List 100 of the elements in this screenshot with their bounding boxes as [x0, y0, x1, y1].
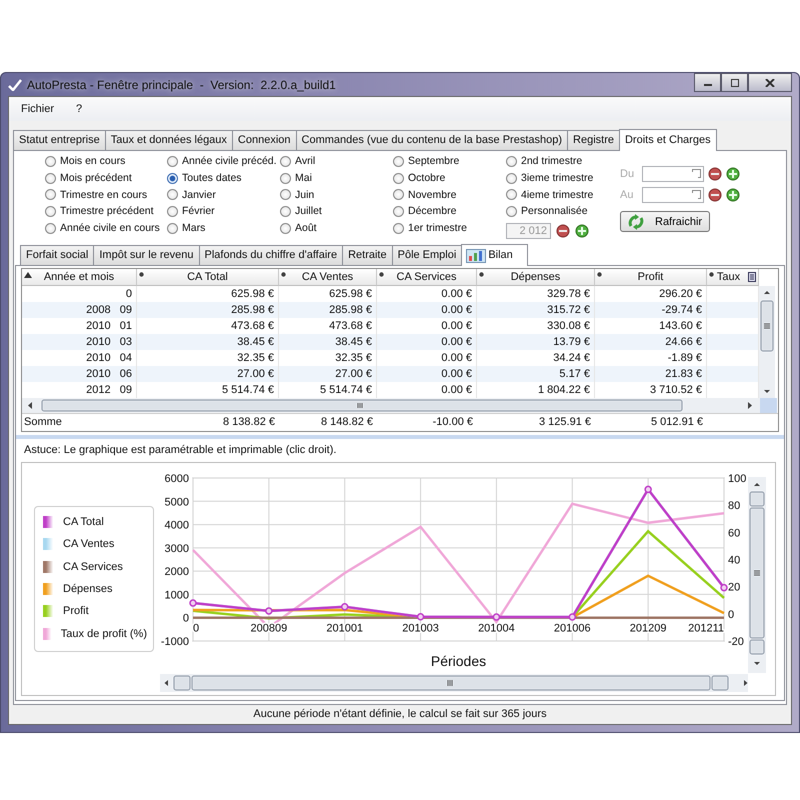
axis-label: 80 — [728, 500, 740, 512]
pin-icon[interactable] — [139, 272, 144, 277]
minus-icon[interactable] — [708, 188, 722, 202]
tab[interactable]: Registre — [567, 130, 620, 150]
radio-option[interactable]: Octobre — [393, 170, 506, 186]
scrollbar[interactable] — [160, 674, 748, 692]
radio-option[interactable]: Mois précédent — [45, 170, 167, 186]
calendar-icon[interactable] — [692, 190, 701, 199]
minimize-icon[interactable] — [694, 73, 721, 92]
date-field[interactable] — [642, 187, 704, 203]
radio-option[interactable]: Septembre — [393, 153, 506, 170]
plus-icon[interactable] — [726, 167, 740, 181]
radio-option[interactable]: Août — [280, 220, 393, 236]
radio-option[interactable]: Mars — [167, 220, 280, 236]
legend-label: Profit — [63, 605, 89, 618]
hint-text: Astuce: Le graphique est paramétrable et imprimable (clic droit). — [23, 443, 338, 458]
date-field[interactable] — [642, 166, 704, 182]
column-chooser-icon[interactable] — [748, 272, 756, 282]
radio-option[interactable]: 1er trimestre — [393, 220, 506, 236]
calendar-icon[interactable] — [692, 169, 701, 178]
tab[interactable]: Pôle Emploi — [392, 245, 462, 265]
menu-item[interactable]: ? — [68, 101, 96, 117]
field-label: Du — [620, 168, 636, 180]
axis-label: 201001 — [326, 622, 364, 635]
radio-option[interactable]: Toutes dates — [167, 170, 280, 186]
axis-label: 201211 — [688, 622, 724, 635]
axis-label: -1000 — [160, 636, 189, 648]
pin-icon[interactable] — [379, 272, 384, 277]
table-cell-text: 8 138.82 € — [222, 415, 276, 430]
axis-label: 201006 — [554, 622, 591, 635]
menu-item[interactable]: Fichier — [13, 101, 68, 117]
axis-label: 201004 — [478, 622, 515, 635]
radio-option[interactable]: Année civile en cours — [45, 220, 167, 236]
pin-icon[interactable] — [597, 272, 602, 277]
tab[interactable]: Taux et données légaux — [104, 130, 233, 150]
plus-icon[interactable] — [726, 188, 740, 202]
radio-option[interactable]: Décembre — [393, 203, 506, 220]
axis-label: 100 — [728, 473, 746, 485]
axis-label: 0 — [193, 622, 200, 635]
radio-option[interactable]: Novembre — [393, 186, 506, 204]
axis-title: Périodes — [430, 653, 486, 669]
tab[interactable]: Impôt sur le revenu — [93, 245, 200, 265]
legend-swatch — [43, 583, 54, 596]
tab[interactable]: Plafonds du chiffre d'affaire — [198, 245, 344, 265]
legend-swatch — [43, 560, 54, 573]
window-title: AutoPresta - Fenêtre principale - Version: 2.2.0.a_build1 — [27, 78, 337, 92]
pin-icon[interactable] — [709, 272, 714, 277]
recycle-icon — [627, 214, 645, 230]
pin-icon[interactable] — [479, 272, 484, 277]
legend-label: CA Ventes — [63, 538, 114, 550]
sort-icon[interactable] — [24, 272, 32, 278]
splitter-handle[interactable] — [16, 435, 784, 439]
radio-option[interactable]: Mois en cours — [45, 153, 167, 170]
status-text: Aucune période n'étant définie, le calcul se fait sur 365 jours — [252, 707, 548, 722]
field-label: Au — [620, 189, 634, 201]
legend-label: CA Services — [63, 560, 123, 573]
radio-option[interactable]: Mai — [280, 170, 393, 186]
axis-label: 6000 — [164, 473, 189, 485]
axis-label: 1000 — [164, 589, 189, 602]
scrollbar[interactable] — [22, 398, 778, 413]
axis-label: 2000 — [164, 566, 189, 578]
row-label: Somme — [23, 415, 63, 430]
maximize-icon[interactable] — [721, 73, 748, 92]
radio-option[interactable]: Avril — [280, 153, 393, 170]
axis-label: 200809 — [250, 622, 288, 635]
axis-label: 0 — [182, 612, 189, 625]
radio-option[interactable]: 4ieme trimestre — [506, 186, 619, 204]
radio-option[interactable]: Trimestre en cours — [45, 186, 167, 204]
radio-option[interactable]: Personnalisée — [506, 203, 619, 220]
minus-icon[interactable] — [556, 224, 570, 238]
tab[interactable]: Statut entreprise — [13, 130, 106, 150]
radio-option[interactable]: Année civile précéd. — [167, 153, 280, 170]
pin-icon[interactable] — [281, 272, 286, 277]
radio-option[interactable]: Juillet — [280, 203, 393, 220]
close-icon[interactable] — [748, 73, 792, 92]
app-icon — [8, 78, 22, 90]
legend-swatch — [43, 628, 52, 640]
legend-label: Taux de profit (%) — [60, 628, 147, 640]
tab[interactable]: Connexion — [232, 130, 297, 150]
tab[interactable]: Droits et Charges — [618, 129, 717, 151]
tab[interactable]: Commandes (vue du contenu de la base Prestashop) — [296, 130, 568, 150]
tab[interactable]: Forfait social — [20, 245, 94, 265]
plus-icon[interactable] — [575, 224, 589, 238]
tab[interactable]: Retraite — [342, 245, 393, 265]
radio-option[interactable]: 3ieme trimestre — [506, 170, 619, 186]
radio-option[interactable]: Février — [167, 203, 280, 220]
radio-option[interactable]: Trimestre précédent — [45, 203, 167, 220]
axis-label: 5000 — [164, 496, 189, 508]
axis-label: 201003 — [402, 622, 439, 635]
minus-icon[interactable] — [708, 167, 722, 181]
scrollbar[interactable] — [748, 477, 766, 673]
refresh-button[interactable]: Rafraichir — [620, 211, 710, 232]
radio-option[interactable]: Janvier — [167, 186, 280, 204]
radio-option[interactable]: Juin — [280, 186, 393, 204]
table-cell-text: 5 012.91 € — [650, 415, 704, 430]
tab[interactable]: Bilan — [461, 244, 528, 266]
axis-label: -20 — [728, 636, 744, 648]
radio-option[interactable]: 2nd trimestre — [506, 153, 619, 170]
scrollbar[interactable] — [759, 286, 775, 398]
legend-swatch — [43, 605, 54, 618]
